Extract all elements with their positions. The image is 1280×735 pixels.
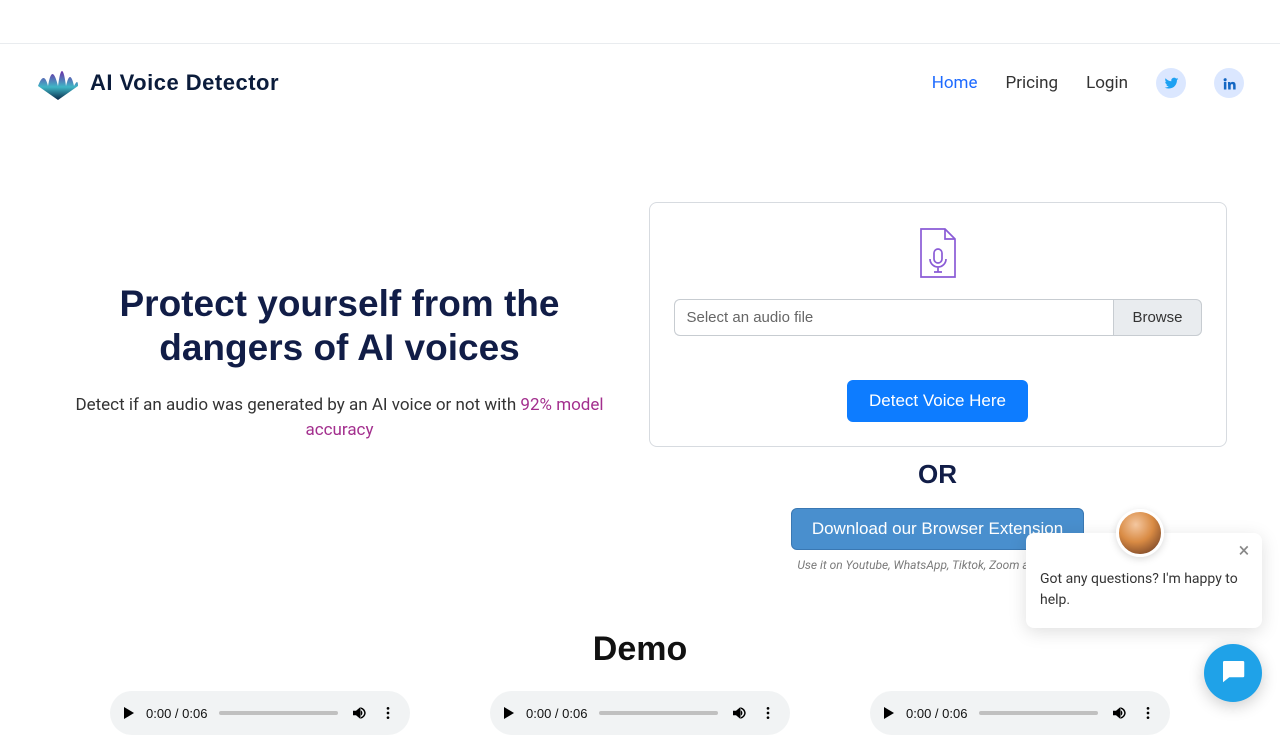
close-icon: ×: [1239, 535, 1250, 566]
more-icon[interactable]: [1140, 705, 1156, 721]
demo-title: Demo: [0, 630, 1280, 669]
upload-card: Browse Detect Voice Here: [649, 202, 1227, 447]
file-input[interactable]: [674, 299, 1114, 336]
play-icon[interactable]: [124, 707, 134, 719]
more-icon[interactable]: [380, 705, 396, 721]
demo-section: Demo 0:00 / 0:06 0:00 / 0:06 0:00 / 0:06: [0, 630, 1280, 735]
logo-icon: [36, 60, 80, 106]
nav-pricing[interactable]: Pricing: [1005, 73, 1058, 93]
hero-title: Protect yourself from the dangers of AI …: [52, 282, 627, 369]
audio-player[interactable]: 0:00 / 0:06: [490, 691, 790, 735]
hero-copy: Protect yourself from the dangers of AI …: [52, 202, 627, 572]
site-header: AI Voice Detector Home Pricing Login: [0, 44, 1280, 122]
chat-close-button[interactable]: ×: [1234, 541, 1254, 561]
chat-message: Got any questions? I'm happy to help.: [1040, 571, 1238, 609]
volume-icon[interactable]: [1110, 704, 1128, 722]
file-input-row: Browse: [674, 299, 1202, 336]
audio-time: 0:00 / 0:06: [906, 706, 967, 721]
top-bar: [0, 0, 1280, 44]
chat-avatar: [1116, 509, 1164, 557]
audio-file-icon: [917, 264, 959, 283]
audio-players: 0:00 / 0:06 0:00 / 0:06 0:00 / 0:06: [0, 691, 1280, 735]
or-divider: OR: [918, 459, 957, 490]
audio-player[interactable]: 0:00 / 0:06: [110, 691, 410, 735]
audio-player[interactable]: 0:00 / 0:06: [870, 691, 1170, 735]
chat-launcher[interactable]: [1204, 644, 1262, 702]
linkedin-icon[interactable]: [1214, 68, 1244, 98]
hero-subtitle: Detect if an audio was generated by an A…: [52, 393, 627, 442]
chat-bubble-icon: [1218, 656, 1248, 690]
audio-time: 0:00 / 0:06: [526, 706, 587, 721]
brand-name: AI Voice Detector: [90, 70, 279, 96]
audio-time: 0:00 / 0:06: [146, 706, 207, 721]
brand[interactable]: AI Voice Detector: [36, 60, 279, 106]
play-icon[interactable]: [884, 707, 894, 719]
volume-icon[interactable]: [730, 704, 748, 722]
hero-sub-before: Detect if an audio was generated by an A…: [75, 395, 520, 415]
chat-popup: × Got any questions? I'm happy to help.: [1026, 533, 1262, 628]
volume-icon[interactable]: [350, 704, 368, 722]
seek-bar[interactable]: [219, 711, 338, 715]
seek-bar[interactable]: [599, 711, 718, 715]
nav-home[interactable]: Home: [932, 73, 978, 93]
play-icon[interactable]: [504, 707, 514, 719]
nav-login[interactable]: Login: [1086, 73, 1128, 93]
detect-button[interactable]: Detect Voice Here: [847, 380, 1028, 422]
twitter-icon[interactable]: [1156, 68, 1186, 98]
hero-section: Protect yourself from the dangers of AI …: [0, 122, 1280, 572]
main-nav: Home Pricing Login: [932, 68, 1244, 98]
seek-bar[interactable]: [979, 711, 1098, 715]
browse-button[interactable]: Browse: [1113, 299, 1201, 336]
more-icon[interactable]: [760, 705, 776, 721]
